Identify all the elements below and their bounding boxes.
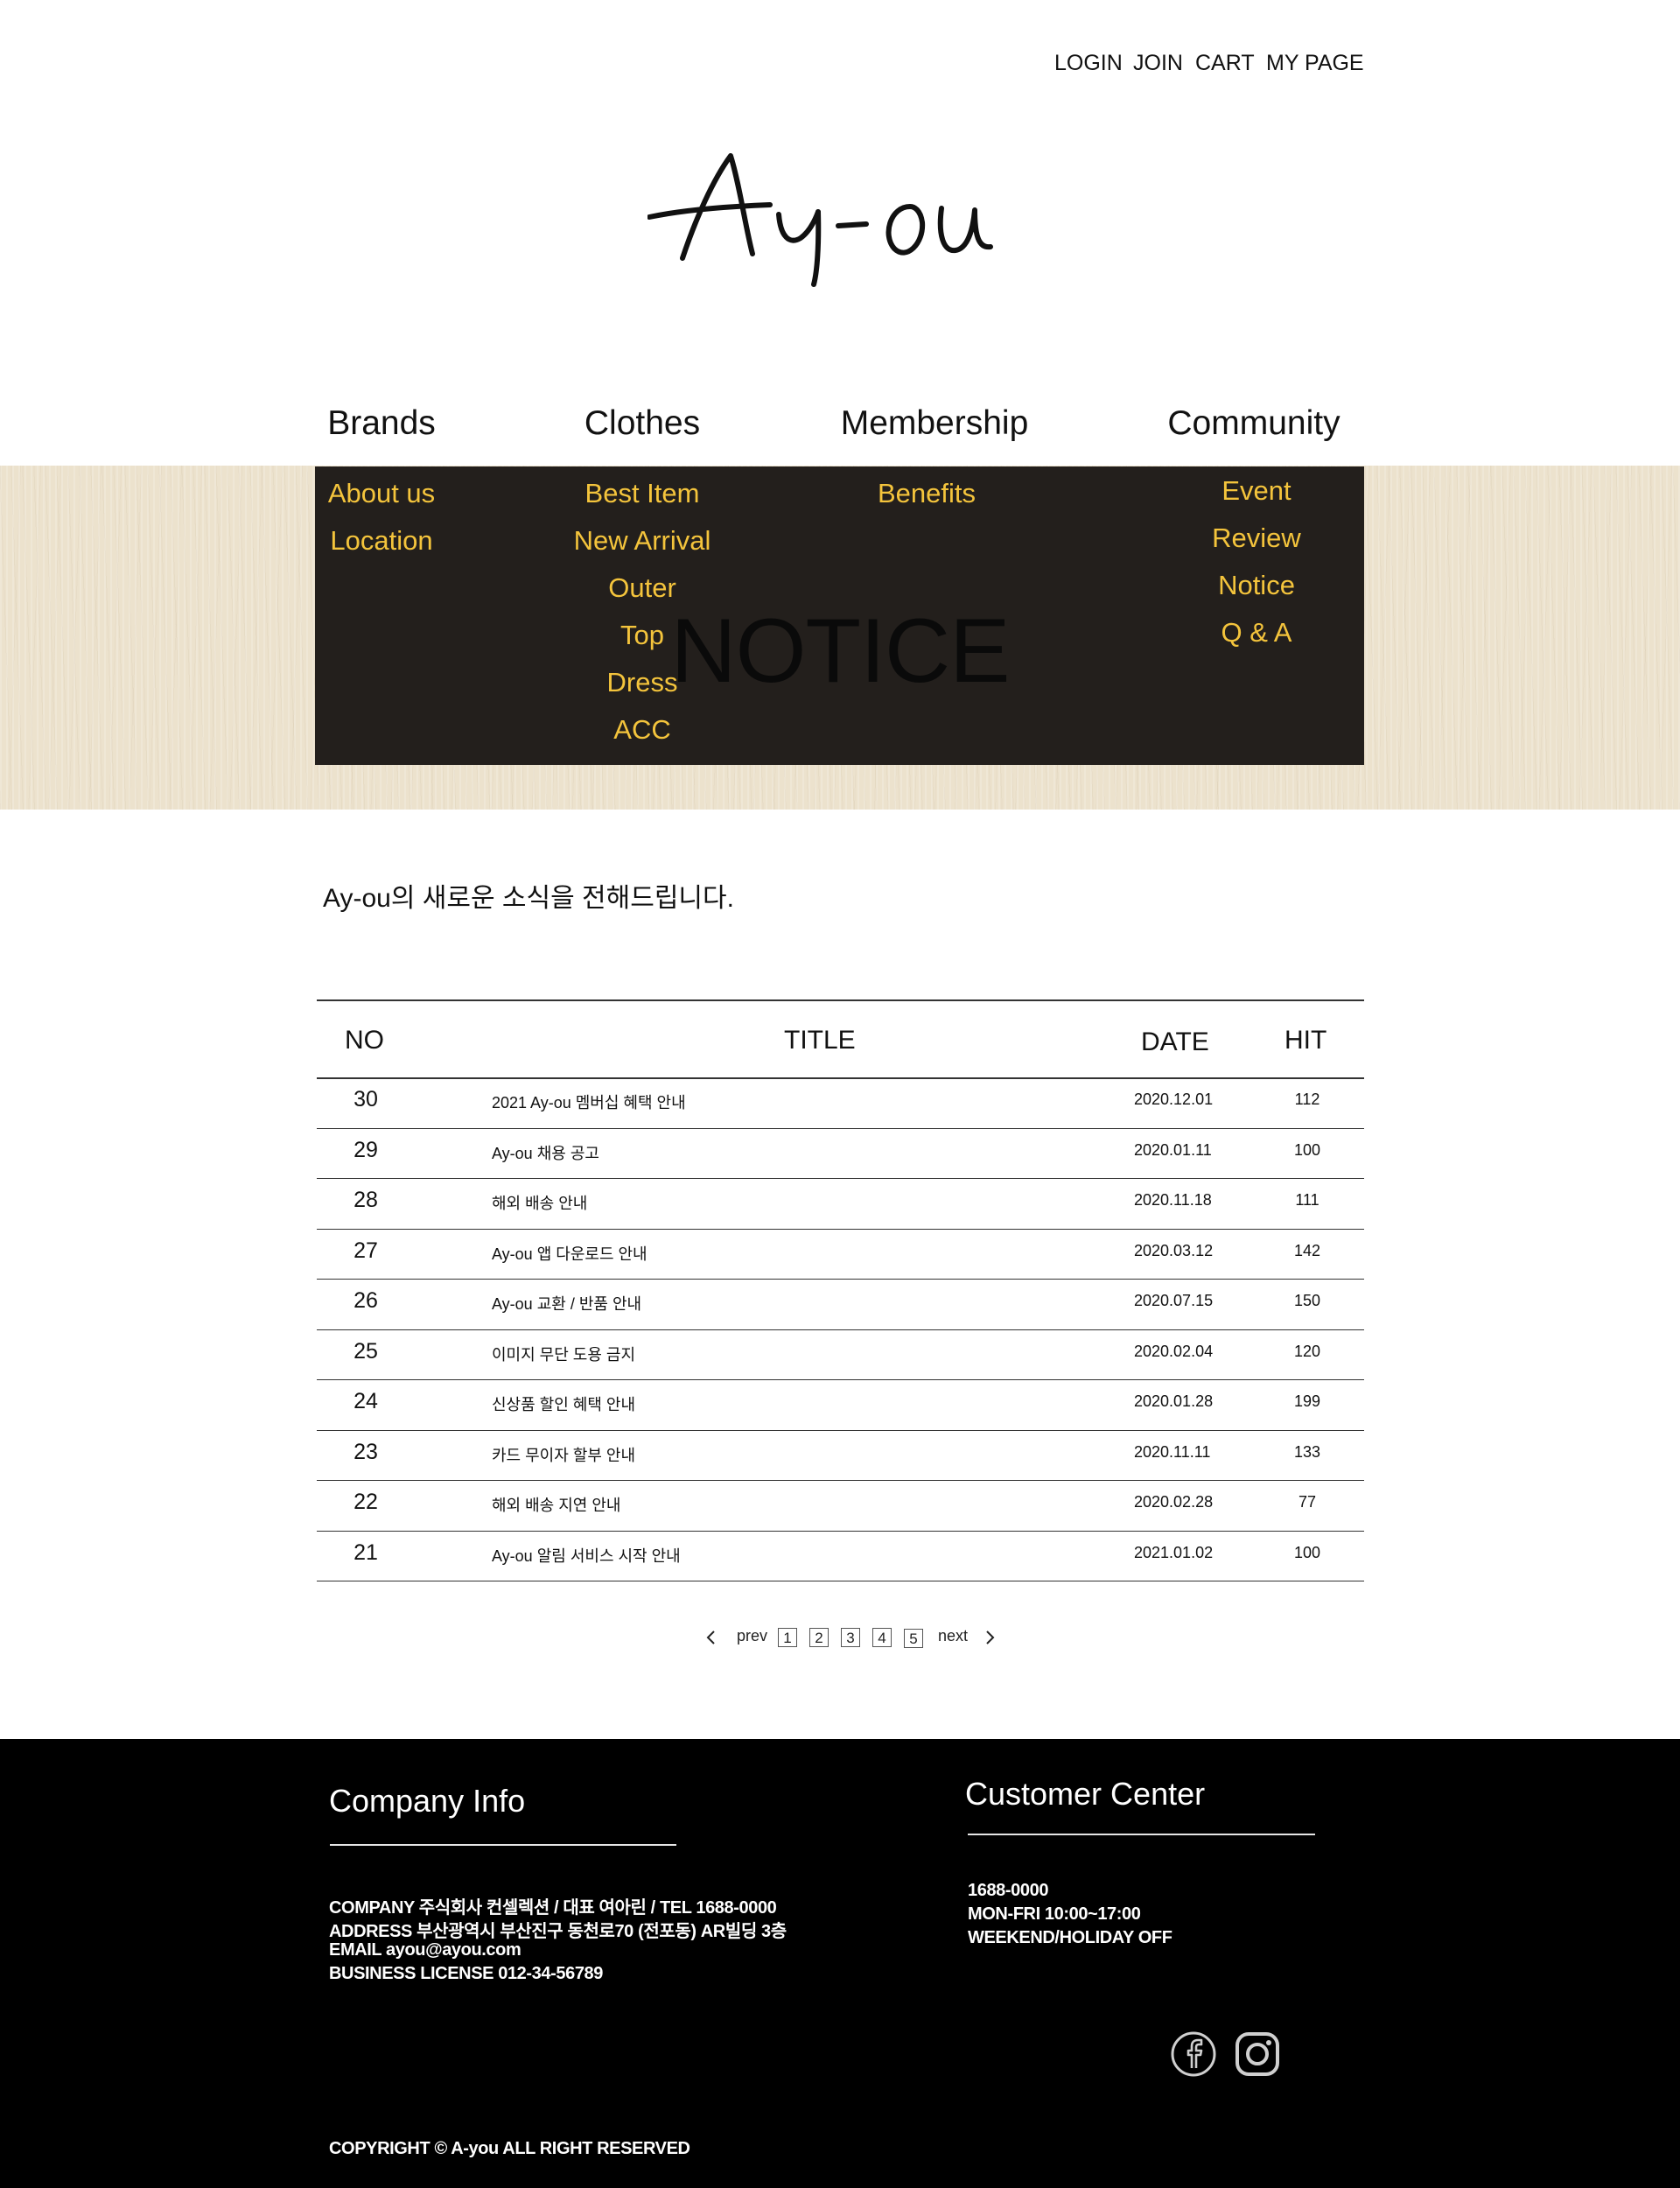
dropdown-item-acc[interactable]: ACC <box>511 714 774 746</box>
dropdown-item-best-item[interactable]: Best Item <box>511 478 774 509</box>
row-hit-count: 150 <box>1293 1292 1321 1309</box>
row-divider <box>317 1530 1364 1532</box>
row-date: 2021.01.02 <box>1134 1543 1214 1561</box>
row-date: 2020.02.28 <box>1134 1493 1214 1511</box>
table-header-rule <box>317 1077 1364 1079</box>
page-2-button[interactable]: 2 <box>809 1628 829 1647</box>
row-title-link[interactable]: 신상품 할인 혜택 안내 <box>492 1392 635 1415</box>
page-3-button[interactable]: 3 <box>841 1628 860 1647</box>
page-intro: Ay-ou의 새로운 소식을 전해드립니다. <box>323 884 734 913</box>
nav-clothes[interactable]: Clothes <box>511 404 774 443</box>
company-info-rule <box>330 1844 676 1846</box>
row-divider <box>317 1379 1364 1380</box>
instagram-icon[interactable] <box>1234 2030 1281 2078</box>
row-number: 22 <box>354 1490 378 1514</box>
row-hit-count: 120 <box>1293 1342 1321 1360</box>
row-hit-count: 100 <box>1293 1543 1321 1561</box>
row-hit-count: 142 <box>1293 1241 1321 1259</box>
dropdown-item-location[interactable]: Location <box>250 525 513 557</box>
brand-logo[interactable] <box>648 131 1032 289</box>
dropdown-item-benefits[interactable]: Benefits <box>795 478 1058 509</box>
row-number: 24 <box>354 1389 378 1413</box>
dropdown-item-new-arrival[interactable]: New Arrival <box>511 525 774 557</box>
customer-center-heading: Customer Center <box>965 1776 1206 1812</box>
row-date: 2020.02.04 <box>1134 1342 1214 1360</box>
prev-arrow-icon[interactable] <box>700 1626 723 1649</box>
email-line: EMAIL ayou@ayou.com <box>329 1940 522 1960</box>
cart-link[interactable]: CART <box>1195 51 1255 76</box>
row-title-link[interactable]: 카드 무이자 할부 안내 <box>492 1443 635 1466</box>
header-no: NO <box>345 1026 384 1055</box>
row-title-link[interactable]: 이미지 무단 도용 금지 <box>492 1343 635 1365</box>
row-date: 2020.12.01 <box>1134 1090 1214 1108</box>
row-title-link[interactable]: Ay-ou 채용 공고 <box>492 1141 599 1164</box>
row-number: 28 <box>354 1188 378 1212</box>
row-hit-count: 77 <box>1298 1493 1317 1511</box>
nav-membership[interactable]: Membership <box>803 404 1066 443</box>
page-4-button[interactable]: 4 <box>872 1628 892 1647</box>
row-title-link[interactable]: Ay-ou 알림 서비스 시작 안내 <box>492 1544 681 1567</box>
row-date: 2020.01.11 <box>1134 1140 1212 1159</box>
row-hit-count: 199 <box>1293 1392 1321 1410</box>
row-divider <box>317 1127 1364 1129</box>
row-hit-count: 111 <box>1295 1191 1320 1209</box>
row-divider <box>317 1178 1364 1179</box>
next-arrow-icon[interactable] <box>978 1626 1001 1649</box>
customer-center-rule <box>968 1834 1315 1835</box>
row-number: 30 <box>354 1087 378 1112</box>
header-title: TITLE <box>784 1026 856 1055</box>
row-number: 26 <box>354 1288 378 1313</box>
row-title-link[interactable]: Ay-ou 교환 / 반품 안내 <box>492 1292 641 1315</box>
page-5-button[interactable]: 5 <box>904 1629 923 1648</box>
row-date: 2020.01.28 <box>1134 1392 1214 1410</box>
page-title: NOTICE <box>670 600 1011 702</box>
nav-community[interactable]: Community <box>1123 404 1385 443</box>
row-hit-count: 133 <box>1293 1442 1321 1461</box>
row-number: 25 <box>354 1338 378 1364</box>
row-divider <box>317 1429 1364 1431</box>
row-hit-count: 112 <box>1294 1090 1320 1108</box>
nav-brands[interactable]: Brands <box>250 404 513 443</box>
row-divider <box>317 1279 1364 1280</box>
login-link[interactable]: LOGIN <box>1054 51 1123 76</box>
row-date: 2020.07.15 <box>1134 1292 1214 1309</box>
company-info-heading: Company Info <box>329 1783 526 1819</box>
customer-hours: MON-FRI 10:00~17:00 <box>968 1904 1141 1924</box>
row-title-link[interactable]: 해외 배송 안내 <box>492 1191 587 1214</box>
prev-link[interactable]: prev <box>737 1627 767 1645</box>
next-link[interactable]: next <box>938 1627 968 1645</box>
header-hit: HIT <box>1284 1026 1327 1055</box>
business-license-line: BUSINESS LICENSE 012-34-56789 <box>329 1964 603 1983</box>
row-date: 2020.03.12 <box>1134 1241 1214 1259</box>
page-1-button[interactable]: 1 <box>778 1628 797 1647</box>
footer <box>0 1739 1680 2188</box>
row-number: 21 <box>354 1539 378 1565</box>
row-title-link[interactable]: Ay-ou 앱 다운로드 안내 <box>492 1242 648 1265</box>
my-page-link[interactable]: MY PAGE <box>1266 51 1364 76</box>
dropdown-item-event[interactable]: Event <box>1125 475 1388 507</box>
company-line: COMPANY 주식회사 컨셀렉션 / 대표 여아린 / TEL 1688-00… <box>329 1898 777 1918</box>
row-divider <box>317 1480 1364 1481</box>
copyright: COPYRIGHT © A-you ALL RIGHT RESERVED <box>329 2139 690 2158</box>
table-top-rule <box>317 999 1364 1001</box>
header-date: DATE <box>1141 1027 1209 1056</box>
row-number: 27 <box>354 1238 378 1263</box>
row-hit-count: 100 <box>1293 1140 1321 1159</box>
customer-holiday: WEEKEND/HOLIDAY OFF <box>968 1928 1172 1947</box>
row-title-link[interactable]: 2021 Ay-ou 멤버십 혜택 안내 <box>492 1090 686 1113</box>
row-number: 23 <box>354 1439 378 1464</box>
dropdown-item-review[interactable]: Review <box>1125 522 1388 554</box>
facebook-icon[interactable] <box>1170 2030 1217 2078</box>
row-date: 2020.11.11 <box>1134 1442 1211 1461</box>
row-divider <box>317 1228 1364 1230</box>
row-date: 2020.11.18 <box>1134 1191 1212 1209</box>
join-link[interactable]: JOIN <box>1133 51 1183 76</box>
customer-phone: 1688-0000 <box>968 1881 1049 1900</box>
row-number: 29 <box>354 1137 378 1162</box>
row-title-link[interactable]: 해외 배송 지연 안내 <box>492 1493 620 1516</box>
dropdown-item-notice[interactable]: Notice <box>1125 570 1388 601</box>
dropdown-item-about-us[interactable]: About us <box>250 478 513 509</box>
row-divider <box>317 1329 1364 1330</box>
address-line: ADDRESS 부산광역시 부산진구 동천로70 (전포동) AR빌딩 3층 <box>329 1922 787 1941</box>
